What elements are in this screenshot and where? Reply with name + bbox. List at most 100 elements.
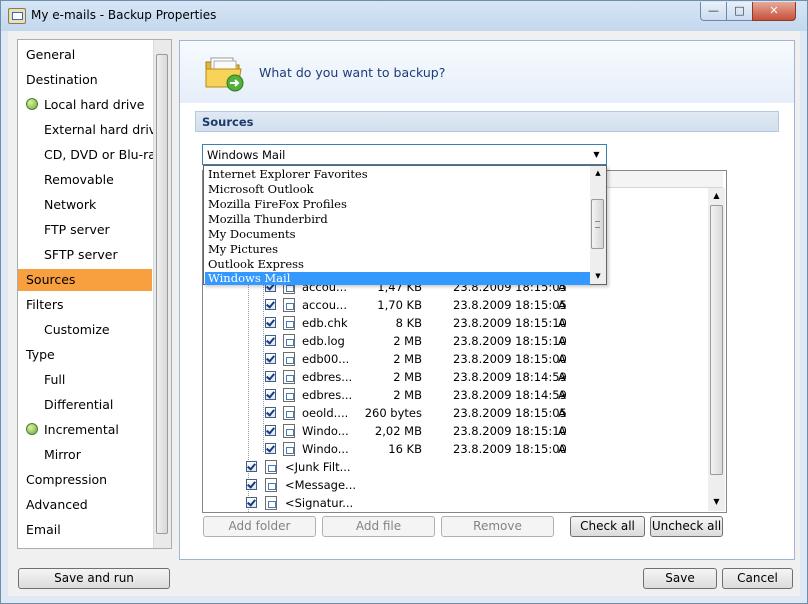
file-checkbox[interactable] [265, 443, 276, 454]
scroll-up-arrow-icon[interactable]: ▲ [590, 166, 606, 180]
nav-item-ftp-server[interactable]: FTP server [18, 219, 110, 241]
source-type-select[interactable]: Windows Mail ▼ [202, 144, 607, 165]
add-folder-button[interactable]: Add folder [203, 516, 316, 537]
nav-item-email[interactable]: Email [18, 519, 61, 541]
file-size: 260 bytes [364, 406, 422, 420]
panel-header: What do you want to backup? [180, 41, 794, 103]
folder-icon [265, 460, 277, 474]
tree-file-row[interactable]: edbres... 2 MB 23.8.2009 18:14:59 A [203, 368, 703, 386]
source-option[interactable]: Internet Explorer Favorites [205, 167, 590, 182]
file-name: Windo... [302, 442, 349, 456]
file-checkbox[interactable] [265, 335, 276, 346]
nav-item-compression[interactable]: Compression [18, 469, 107, 491]
content-panel: What do you want to backup? Sources acco… [179, 40, 795, 560]
tree-scrollbar[interactable]: ▲ ▼ [708, 188, 725, 511]
check-all-button[interactable]: Check all [570, 516, 645, 537]
backup-properties-window: My e-mails - Backup Properties — □ ✕ Gen… [0, 0, 808, 604]
backup-question: What do you want to backup? [259, 65, 446, 80]
dropdown-scrollbar[interactable]: ▲ ▼ [590, 166, 606, 284]
chevron-down-icon[interactable]: ▼ [589, 147, 604, 162]
nav-item-label: Incremental [44, 422, 119, 437]
source-option[interactable]: My Pictures [205, 242, 590, 257]
tree-folder-row[interactable]: <Message... [203, 476, 503, 494]
save-and-run-button[interactable]: Save and run [18, 568, 170, 589]
source-option[interactable]: Microsoft Outlook [205, 182, 590, 197]
file-checkbox[interactable] [265, 299, 276, 310]
tree-file-row[interactable]: edb.chk 8 KB 23.8.2009 18:15:10 A [203, 314, 703, 332]
scroll-down-arrow-icon[interactable]: ▼ [708, 494, 725, 510]
source-type-dropdown[interactable]: Internet Explorer Favorites Microsoft Ou… [203, 165, 607, 285]
settings-nav: General Destination Local hard drive Ext… [17, 39, 172, 549]
source-option[interactable]: Outlook Express [205, 257, 590, 272]
file-size: 1,70 KB [377, 298, 422, 312]
scroll-down-arrow-icon[interactable]: ▼ [590, 269, 606, 283]
nav-item-type[interactable]: Type [18, 344, 55, 366]
tree-folder-row[interactable]: <Junk Filt... [203, 458, 503, 476]
file-name: edb.chk [302, 316, 348, 330]
tree-file-row[interactable]: Windo... 2,02 MB 23.8.2009 18:15:10 A [203, 422, 703, 440]
file-icon [283, 406, 295, 420]
tree-file-row[interactable]: edb00... 2 MB 23.8.2009 18:15:00 A [203, 350, 703, 368]
nav-item-incremental[interactable]: Incremental [18, 419, 119, 441]
nav-item-filters[interactable]: Filters [18, 294, 63, 316]
nav-item-full[interactable]: Full [18, 369, 65, 391]
source-option-selected[interactable]: Windows Mail [205, 272, 590, 285]
nav-scrollbar[interactable] [153, 40, 171, 548]
source-option[interactable]: Mozilla Thunderbird [205, 212, 590, 227]
folder-checkbox[interactable] [246, 479, 257, 490]
file-checkbox[interactable] [265, 425, 276, 436]
minimize-button[interactable]: — [700, 2, 727, 21]
source-option[interactable]: Mozilla FireFox Profiles [205, 197, 590, 212]
tree-file-row[interactable]: edb.log 2 MB 23.8.2009 18:15:10 A [203, 332, 703, 350]
cancel-button[interactable]: Cancel [722, 568, 793, 589]
file-checkbox[interactable] [265, 317, 276, 328]
folder-checkbox[interactable] [246, 461, 257, 472]
file-name: Windo... [302, 424, 349, 438]
add-folder-label: Add folder [228, 519, 291, 533]
add-file-button[interactable]: Add file [322, 516, 435, 537]
tree-folder-row[interactable]: <Signatur... [203, 494, 503, 512]
nav-item-destination[interactable]: Destination [18, 69, 98, 91]
tree-scrollbar-thumb[interactable] [710, 205, 723, 475]
file-attributes: A [558, 424, 566, 438]
nav-item-differential[interactable]: Differential [18, 394, 113, 416]
check-all-label: Check all [580, 519, 635, 533]
file-icon [283, 442, 295, 456]
nav-item-external-hard-drive[interactable]: External hard drive [18, 119, 164, 141]
file-checkbox[interactable] [265, 371, 276, 382]
tree-file-row[interactable]: oeold.... 260 bytes 23.8.2009 18:15:05 A [203, 404, 703, 422]
active-status-icon [26, 98, 38, 110]
uncheck-all-button[interactable]: Uncheck all [650, 516, 723, 537]
nav-item-customize[interactable]: Customize [18, 319, 110, 341]
dropdown-scrollbar-thumb[interactable] [591, 199, 604, 249]
save-and-run-label: Save and run [54, 571, 134, 585]
nav-item-local-hard-drive[interactable]: Local hard drive [18, 94, 144, 116]
file-icon [283, 388, 295, 402]
file-checkbox[interactable] [265, 389, 276, 400]
file-size: 8 KB [395, 316, 422, 330]
nav-scrollbar-thumb[interactable] [156, 54, 168, 534]
nav-item-mirror[interactable]: Mirror [18, 444, 81, 466]
tree-file-row[interactable]: edbres... 2 MB 23.8.2009 18:14:59 A [203, 386, 703, 404]
tree-file-row[interactable]: Windo... 16 KB 23.8.2009 18:15:00 A [203, 440, 703, 458]
folder-checkbox[interactable] [246, 497, 257, 508]
nav-item-advanced[interactable]: Advanced [18, 494, 88, 516]
client-area: General Destination Local hard drive Ext… [8, 31, 800, 596]
nav-item-cd-dvd-bluray[interactable]: CD, DVD or Blu-ray [18, 144, 163, 166]
file-checkbox[interactable] [265, 407, 276, 418]
maximize-button[interactable]: □ [726, 2, 753, 21]
tree-file-row[interactable]: accou... 1,70 KB 23.8.2009 18:15:05 A [203, 296, 703, 314]
title-bar[interactable]: My e-mails - Backup Properties — □ ✕ [1, 1, 807, 31]
source-option[interactable]: My Documents [205, 227, 590, 242]
nav-item-sources[interactable]: Sources [18, 269, 152, 291]
file-date: 23.8.2009 18:14:59 [453, 370, 567, 384]
nav-item-removable[interactable]: Removable [18, 169, 114, 191]
nav-item-general[interactable]: General [18, 44, 75, 66]
nav-item-network[interactable]: Network [18, 194, 96, 216]
save-button[interactable]: Save [643, 568, 717, 589]
remove-button[interactable]: Remove [441, 516, 554, 537]
scroll-up-arrow-icon[interactable]: ▲ [708, 188, 725, 204]
file-checkbox[interactable] [265, 353, 276, 364]
nav-item-sftp-server[interactable]: SFTP server [18, 244, 118, 266]
close-button[interactable]: ✕ [752, 2, 796, 21]
